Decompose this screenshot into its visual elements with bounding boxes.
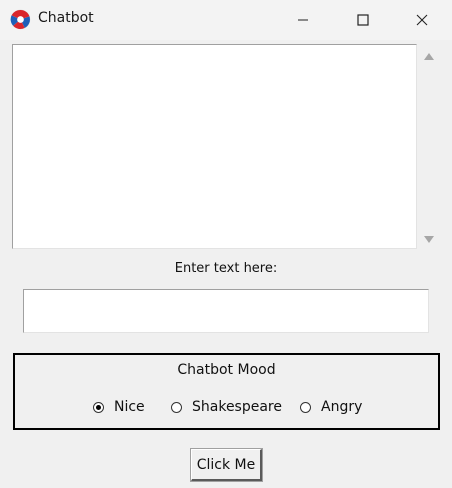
close-icon (416, 14, 428, 26)
message-input[interactable] (23, 289, 429, 333)
maximize-icon (357, 14, 369, 26)
radio-option-nice[interactable]: Nice (93, 398, 145, 416)
minimize-icon (298, 19, 308, 21)
radio-button-angry[interactable] (300, 401, 311, 413)
click-me-button[interactable]: Click Me (190, 448, 263, 482)
app-icon (10, 9, 31, 30)
title-bar[interactable]: Chatbot (0, 0, 452, 40)
radio-option-angry[interactable]: Angry (300, 398, 362, 416)
mood-group-title: Chatbot Mood (177, 362, 276, 378)
scroll-down-arrow-icon[interactable] (423, 234, 435, 244)
chat-log[interactable] (12, 44, 417, 249)
minimize-button[interactable] (274, 0, 332, 40)
maximize-button[interactable] (334, 0, 392, 40)
radio-option-shakespeare[interactable]: Shakespeare (171, 398, 282, 416)
radio-button-shakespeare[interactable] (171, 401, 182, 413)
scroll-up-arrow-icon[interactable] (423, 52, 435, 62)
radio-label-shakespeare: Shakespeare (192, 399, 282, 415)
radio-label-nice: Nice (114, 399, 145, 415)
chat-scrollbar[interactable] (418, 44, 440, 249)
close-button[interactable] (393, 0, 451, 40)
input-label: Enter text here: (174, 261, 278, 276)
radio-label-angry: Angry (321, 399, 363, 415)
window-title: Chatbot (38, 10, 94, 26)
mood-group: Chatbot Mood Nice Shakespeare Angry (13, 353, 440, 430)
radio-button-nice[interactable] (93, 401, 104, 413)
